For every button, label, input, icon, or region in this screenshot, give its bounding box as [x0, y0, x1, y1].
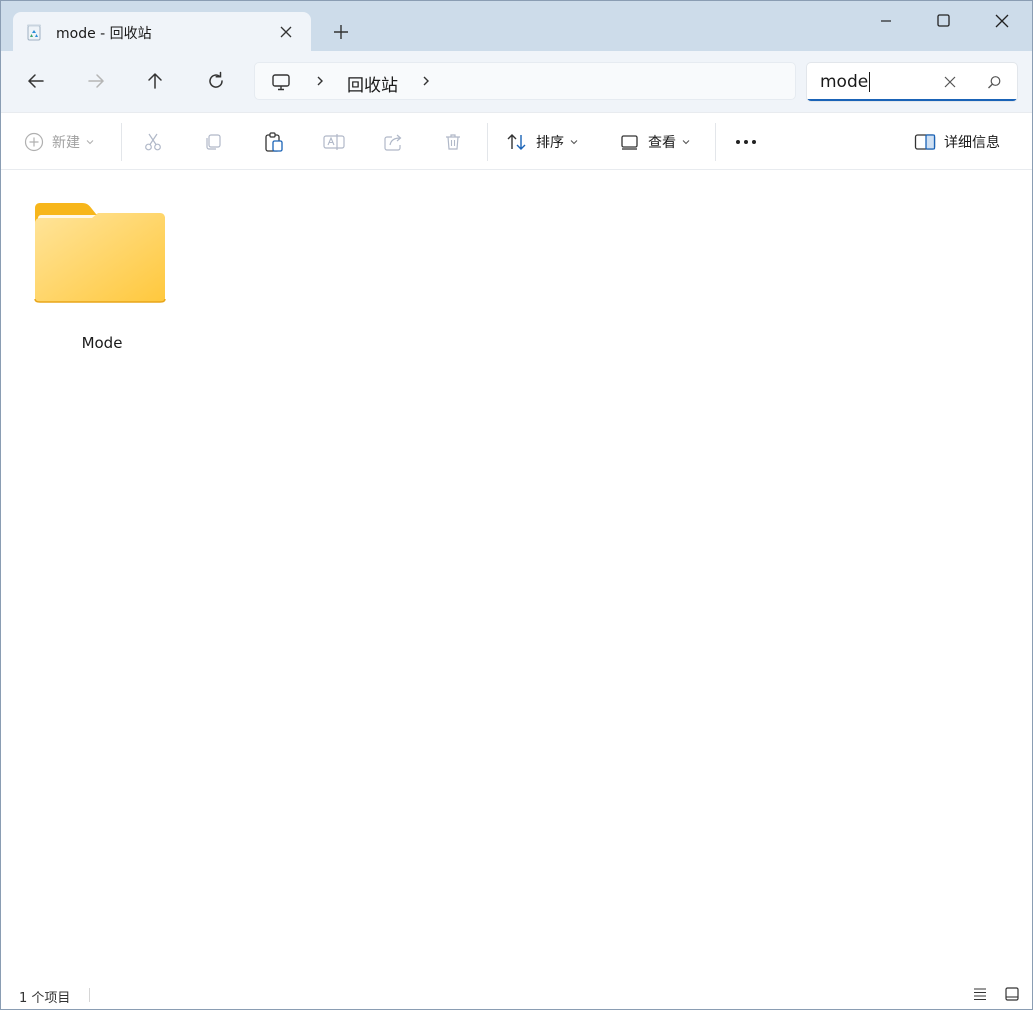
trash-icon	[446, 134, 460, 150]
tab-recycle-bin[interactable]: mode - 回收站	[13, 12, 311, 51]
view-icon	[621, 135, 638, 150]
close-icon[interactable]	[990, 9, 1014, 33]
status-bar: 1 个项目	[1, 976, 1032, 1009]
scissors-icon	[145, 133, 161, 151]
search-icon[interactable]	[987, 75, 1002, 90]
toolbar-separator	[121, 123, 122, 161]
up-arrow-icon[interactable]	[144, 70, 166, 92]
breadcrumb-location[interactable]: 回收站	[347, 71, 398, 96]
chevron-right-icon[interactable]	[313, 74, 327, 88]
file-list[interactable]: Mode	[1, 170, 1032, 975]
rename-icon	[323, 134, 345, 150]
folder-item[interactable]: Mode	[31, 197, 171, 357]
minimize-icon[interactable]	[874, 9, 898, 33]
copy-icon	[206, 134, 221, 150]
forward-arrow-icon[interactable]	[85, 70, 107, 92]
more-options-button[interactable]	[735, 113, 757, 171]
new-button-label: 新建	[52, 135, 80, 151]
search-box[interactable]: mode	[806, 62, 1018, 102]
tab-title: mode - 回收站	[56, 26, 152, 42]
chevron-down-icon	[570, 140, 578, 145]
chevron-down-icon	[86, 140, 94, 145]
toolbar-separator	[715, 123, 716, 161]
folder-icon	[34, 203, 166, 303]
cut-button[interactable]	[143, 113, 163, 171]
status-separator	[89, 988, 90, 1002]
title-bar: mode - 回收站	[1, 1, 1032, 51]
chevron-right-icon[interactable]	[419, 74, 433, 88]
share-icon	[384, 134, 402, 151]
details-pane-button[interactable]: 详细信息	[914, 113, 1000, 171]
more-dots-icon	[736, 140, 756, 144]
file-explorer-window: mode - 回收站 回收站 mode 新建 排序 查看 详细信息 Mode 1…	[0, 0, 1033, 1010]
search-focus-underline	[807, 99, 1017, 101]
paste-icon	[265, 132, 283, 152]
details-pane-label: 详细信息	[944, 135, 1000, 151]
rename-button[interactable]	[323, 113, 345, 171]
close-tab-icon[interactable]	[277, 23, 295, 41]
item-count: 1 个项目	[19, 991, 71, 1006]
folder-name[interactable]: Mode	[31, 334, 173, 352]
this-pc-icon[interactable]	[271, 72, 291, 92]
copy-button[interactable]	[203, 113, 223, 171]
sort-arrows-icon	[507, 134, 526, 150]
command-bar: 新建 排序 查看 详细信息	[1, 112, 1032, 170]
details-pane-icon	[914, 134, 936, 150]
details-view-icon[interactable]	[972, 986, 988, 1002]
recycle-bin-icon	[27, 24, 41, 41]
add-circle-icon	[24, 132, 44, 152]
new-tab-icon[interactable]	[331, 22, 351, 42]
view-button-label: 查看	[648, 135, 676, 151]
navigation-bar: 回收站 mode	[1, 51, 1032, 112]
view-button[interactable]: 查看	[620, 113, 691, 171]
new-button[interactable]: 新建	[24, 113, 95, 171]
large-icons-view-icon[interactable]	[1004, 986, 1020, 1002]
share-button[interactable]	[383, 113, 405, 171]
refresh-icon[interactable]	[205, 70, 227, 92]
search-input[interactable]: mode	[820, 72, 871, 92]
sort-button-label: 排序	[536, 135, 564, 151]
address-bar[interactable]: 回收站	[254, 62, 796, 100]
back-arrow-icon[interactable]	[25, 70, 47, 92]
chevron-down-icon	[682, 140, 690, 145]
toolbar-separator	[487, 123, 488, 161]
paste-button[interactable]	[263, 113, 285, 171]
clear-search-icon[interactable]	[943, 75, 957, 89]
sort-button[interactable]: 排序	[506, 113, 579, 171]
maximize-icon[interactable]	[931, 9, 955, 33]
delete-button[interactable]	[443, 113, 463, 171]
